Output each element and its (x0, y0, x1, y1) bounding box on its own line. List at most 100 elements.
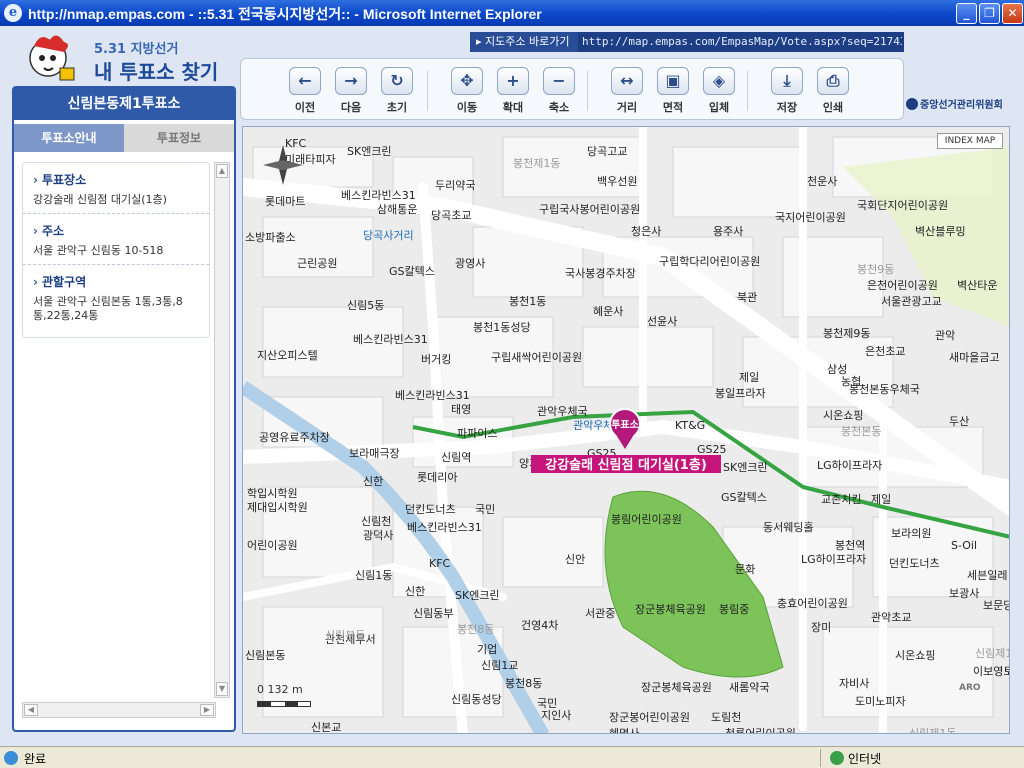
zoom-out-icon[interactable]: − (543, 67, 575, 95)
map-label: 새마을금고 (949, 351, 1000, 364)
map-canvas[interactable]: KFCSK엔크린미래타피자당곡고교봉천제1동백우선원 천운사두리약국국회단지어린이… (243, 127, 1010, 734)
polling-info-box: › 투표장소 강강술래 신림점 대기실(1층) › 주소 서울 관악구 신림동 10… (22, 162, 210, 338)
zoom-in-icon[interactable]: + (497, 67, 529, 95)
toolbar-label: 이전 (294, 101, 316, 114)
toolbar-button-1[interactable]: → 다음 (331, 67, 371, 115)
map-label: 국지어린이공원 (775, 211, 846, 224)
map-label: 신한 (405, 585, 425, 598)
map-label: 보광사 (949, 587, 979, 600)
arrow-left-icon[interactable]: ← (289, 67, 321, 95)
map-label: 벽산타운 (957, 279, 997, 292)
info-value: 서울 관악구 신림동 10-518 (33, 244, 164, 257)
map-label: 신한 (363, 475, 383, 488)
map-label: 국사봉경주차장 (565, 267, 636, 280)
map-label: 동서웨딩홀 (763, 521, 814, 534)
tab-polling-info[interactable]: 투표소안내 (14, 124, 124, 152)
map-view[interactable]: KFC SK엔크린 미래타피자 당곡고교 봉천제1동 백우선원 천운사 두리약국 국회단지어린이… (242, 126, 1010, 734)
map-label: GS칼텍스 (389, 265, 435, 278)
map-address-button[interactable]: ▸ 지도주소 바로가기 (470, 32, 578, 52)
map-label: SK엔크린 (723, 461, 768, 474)
scroll-down-icon[interactable]: ▼ (216, 682, 228, 696)
move-icon[interactable]: ✥ (451, 67, 483, 95)
toolbar-button-6[interactable]: ↔ 거리 (607, 67, 647, 115)
map-label: 보라매극장 (349, 447, 400, 460)
bullet-arrow-icon: › (33, 275, 38, 289)
map-label: 두산 (949, 415, 969, 428)
map-label: LG하이프라자 (817, 458, 882, 472)
toolbar-button-4[interactable]: + 확대 (493, 67, 533, 115)
page-content: 5.31 지방선거 내 투표소 찾기 ▸ 지도주소 바로가기 http://ma… (0, 26, 1024, 746)
map-label: 던킨도너츠 (889, 557, 940, 570)
toolbar-button-7[interactable]: ▣ 면적 (653, 67, 693, 115)
info-value: 강강술래 신림점 대기실(1층) (33, 193, 167, 206)
map-label: 던킨도너츠 (405, 503, 456, 516)
arrow-right-icon[interactable]: → (335, 67, 367, 95)
print-icon[interactable]: ⎙ (817, 67, 849, 95)
toolbar-button-0[interactable]: ← 이전 (285, 67, 325, 115)
maximize-button[interactable]: ❐ (979, 3, 1000, 24)
tab-voting-info[interactable]: 투표정보 (124, 124, 234, 152)
map-label: 관악우체국 (537, 405, 588, 418)
map-label: 천운사 (807, 174, 837, 188)
map-label: GS25 (697, 443, 727, 456)
map-label: 신림천 (361, 514, 391, 528)
close-button[interactable]: ✕ (1002, 3, 1023, 24)
map-label: SK엔크린 (455, 589, 500, 602)
logo[interactable]: 5.31 지방선거 내 투표소 찾기 (14, 32, 234, 88)
map-label: 보라의원 (891, 527, 931, 540)
map-label: 당곡초교 (431, 209, 471, 222)
map-label: 관악 (935, 329, 955, 342)
nec-emblem-icon (906, 98, 918, 110)
save-icon[interactable]: ⤓ (771, 67, 803, 95)
toolbar-label: 입체 (708, 101, 730, 114)
toolbar-button-10[interactable]: ⎙ 인쇄 (813, 67, 853, 115)
map-label: 태영 (451, 403, 471, 416)
address-strip: ▸ 지도주소 바로가기 http://map.empas.com/EmpasMa… (470, 32, 904, 52)
info-value: 서울 관악구 신림본동 1통,3통,8통,22통,24통 (33, 295, 183, 322)
toolbar-button-2[interactable]: ↻ 초기 (377, 67, 417, 115)
map-label: 신림동성당 (451, 693, 502, 706)
map-label: 선윤사 (647, 315, 677, 328)
map-label: KT&G (675, 419, 705, 432)
map-label: 베스킨라빈스31 (353, 333, 428, 346)
minimize-button[interactable]: _ (956, 3, 977, 24)
map-label: 청은사 (631, 225, 661, 238)
map-label: 지산오피스텔 (257, 349, 318, 362)
panel-horizontal-scrollbar[interactable]: ◀ ▶ (22, 702, 216, 718)
map-label: 신본교 (311, 721, 341, 734)
toolbar-button-9[interactable]: ⤓ 저장 (767, 67, 807, 115)
map-address-url[interactable]: http://map.empas.com/EmpasMap/Vote.aspx?… (582, 32, 902, 52)
scroll-left-icon[interactable]: ◀ (24, 704, 38, 716)
map-toolbar: ← 이전 → 다음 ↻ 초기 ✥ 이동 + 확대 − 축소 ↔ 거리 ▣ 면적 ◈ 입체 ⤓ 저장 ⎙ 인쇄 (240, 58, 904, 120)
map-label: 봉림어린이공원 (611, 513, 682, 526)
panel-vertical-scrollbar[interactable]: ▲ ▼ (214, 162, 230, 698)
3d-icon[interactable]: ◈ (703, 67, 735, 95)
area-icon[interactable]: ▣ (657, 67, 689, 95)
security-zone: 인터넷 (848, 752, 882, 766)
status-text: 완료 (24, 752, 47, 766)
map-label: 세븐일레 (967, 568, 1007, 582)
map-label: 보문당 (983, 599, 1010, 612)
map-label: 공영유료주차장 (259, 431, 330, 444)
mascot-logo-icon (29, 35, 75, 81)
toolbar-button-5[interactable]: − 축소 (539, 67, 579, 115)
map-label: 버거킹 (421, 353, 451, 366)
toolbar-button-8[interactable]: ◈ 입체 (699, 67, 739, 115)
logo-subtitle: 5.31 지방선거 (94, 42, 179, 57)
refresh-icon[interactable]: ↻ (381, 67, 413, 95)
distance-icon[interactable]: ↔ (611, 67, 643, 95)
scroll-right-icon[interactable]: ▶ (200, 704, 214, 716)
index-map-button[interactable]: INDEX MAP (937, 133, 1003, 149)
toolbar-button-3[interactable]: ✥ 이동 (447, 67, 487, 115)
scroll-up-icon[interactable]: ▲ (216, 164, 228, 178)
info-title: 투표장소 (41, 173, 87, 187)
info-title: 주소 (41, 224, 65, 238)
map-label: 구립국사봉어린이공원 (539, 203, 640, 216)
map-label: 학입시학원 (247, 487, 298, 500)
logo-title: 내 투표소 찾기 (94, 60, 219, 84)
map-label: 도미노피자 (855, 695, 906, 708)
map-label: 봉천역 (835, 538, 865, 552)
status-bar: 완료 인터넷 (0, 746, 1024, 768)
aro-logo: ARO (959, 683, 981, 693)
map-label: 용주사 (713, 225, 743, 238)
